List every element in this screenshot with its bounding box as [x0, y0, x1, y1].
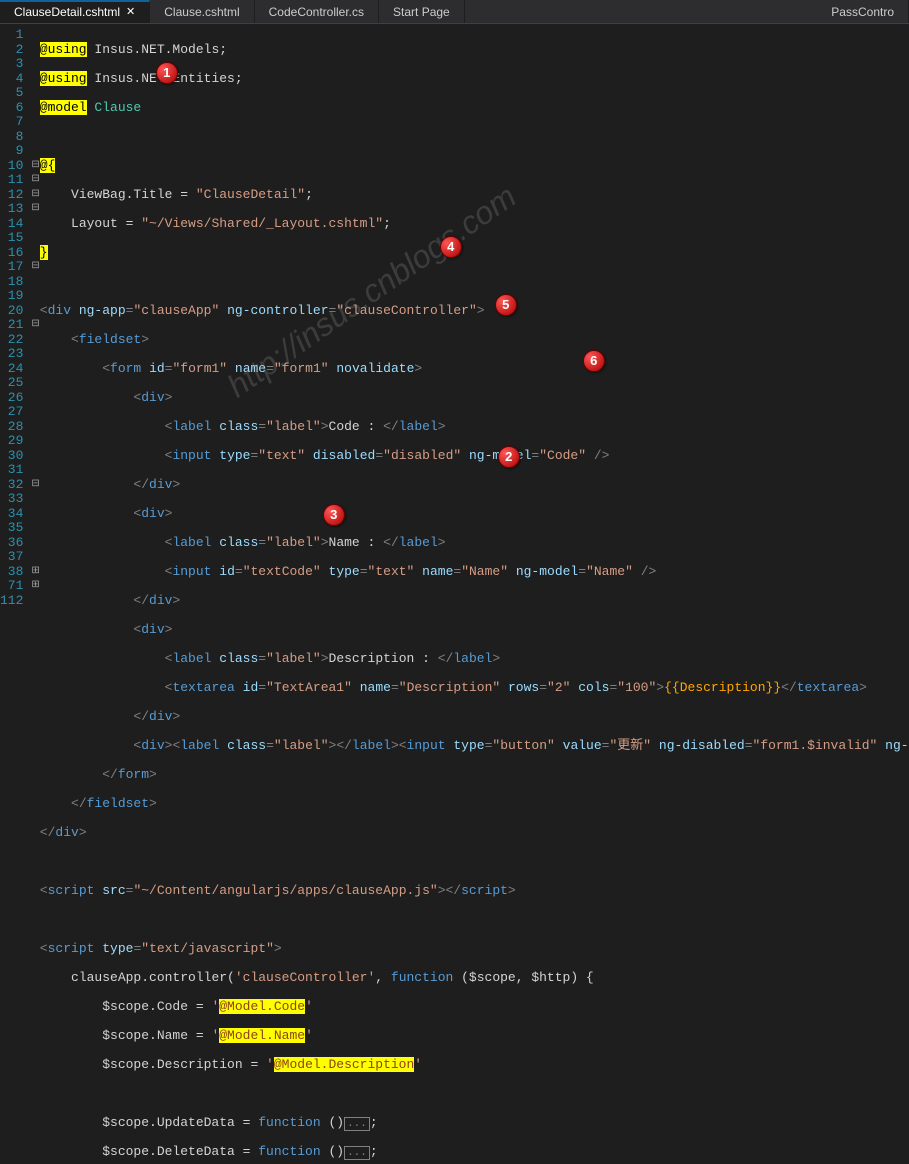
- line-number: 4: [0, 72, 23, 87]
- line-number: 22: [0, 333, 23, 348]
- line-number: 33: [0, 492, 23, 507]
- line-number: 31: [0, 463, 23, 478]
- fold-icon[interactable]: ⊟: [31, 202, 39, 217]
- tab-bar: ClauseDetail.cshtml ✕ Clause.cshtml Code…: [0, 0, 909, 24]
- line-number: 19: [0, 289, 23, 304]
- callout-1: 1: [156, 62, 178, 84]
- fold-icon[interactable]: ⊟: [31, 318, 39, 333]
- line-number: 9: [0, 144, 23, 159]
- line-number: 71: [0, 579, 23, 594]
- tab-spacer: [465, 0, 818, 23]
- fold-icon[interactable]: ⊟: [31, 159, 39, 174]
- line-number: 7: [0, 115, 23, 130]
- tab-passcontrol[interactable]: PassContro: [817, 0, 909, 23]
- line-number: 25: [0, 376, 23, 391]
- line-number: 35: [0, 521, 23, 536]
- callout-5: 5: [495, 294, 517, 316]
- line-number: 29: [0, 434, 23, 449]
- line-number: 28: [0, 420, 23, 435]
- tab-clause[interactable]: Clause.cshtml: [150, 0, 254, 23]
- fold-column: ⊟ ⊟ ⊟ ⊟ ⊟ ⊟ ⊟ ⊞ ⊞: [31, 24, 39, 582]
- line-number: 23: [0, 347, 23, 362]
- line-number: 112: [0, 594, 23, 609]
- line-number: 14: [0, 217, 23, 232]
- code-editor[interactable]: 1 2 3 4 5 6 7 8 9 10 11 12 13 14 15 16 1…: [0, 24, 909, 582]
- line-number: 1: [0, 28, 23, 43]
- tab-startpage[interactable]: Start Page: [379, 0, 465, 23]
- line-number: 21: [0, 318, 23, 333]
- line-number: 2: [0, 43, 23, 58]
- fold-icon[interactable]: ⊟: [31, 478, 39, 493]
- line-number: 24: [0, 362, 23, 377]
- close-icon[interactable]: ✕: [126, 5, 135, 18]
- line-number: 13: [0, 202, 23, 217]
- tab-clausedetail[interactable]: ClauseDetail.cshtml ✕: [0, 0, 150, 23]
- line-number: 17: [0, 260, 23, 275]
- fold-icon[interactable]: ⊟: [31, 260, 39, 275]
- line-number: 38: [0, 565, 23, 580]
- line-number: 16: [0, 246, 23, 261]
- callout-6: 6: [583, 350, 605, 372]
- callout-3: 3: [323, 504, 345, 526]
- line-number: 27: [0, 405, 23, 420]
- line-number: 11: [0, 173, 23, 188]
- fold-icon[interactable]: ⊟: [31, 173, 39, 188]
- line-number: 6: [0, 101, 23, 116]
- line-number: 18: [0, 275, 23, 290]
- line-number: 30: [0, 449, 23, 464]
- line-number: 20: [0, 304, 23, 319]
- line-number-gutter: 1 2 3 4 5 6 7 8 9 10 11 12 13 14 15 16 1…: [0, 24, 31, 582]
- line-number: 36: [0, 536, 23, 551]
- tab-label: Clause.cshtml: [164, 5, 239, 19]
- line-number: 3: [0, 57, 23, 72]
- line-number: 26: [0, 391, 23, 406]
- tab-label: PassContro: [831, 5, 894, 19]
- tab-label: CodeController.cs: [269, 5, 364, 19]
- line-number: 15: [0, 231, 23, 246]
- line-number: 12: [0, 188, 23, 203]
- fold-icon[interactable]: ⊞: [31, 579, 39, 594]
- fold-icon[interactable]: ⊞: [31, 565, 39, 580]
- code-area[interactable]: @using Insus.NET.Models; @using Insus.NE…: [40, 24, 909, 582]
- line-number: 37: [0, 550, 23, 565]
- line-number: 32: [0, 478, 23, 493]
- line-number: 34: [0, 507, 23, 522]
- callout-4: 4: [440, 236, 462, 258]
- line-number: 8: [0, 130, 23, 145]
- tab-label: ClauseDetail.cshtml: [14, 5, 120, 19]
- tab-codecontroller[interactable]: CodeController.cs: [255, 0, 379, 23]
- tab-label: Start Page: [393, 5, 450, 19]
- callout-2: 2: [498, 446, 520, 468]
- line-number: 5: [0, 86, 23, 101]
- line-number: 10: [0, 159, 23, 174]
- fold-icon[interactable]: ⊟: [31, 188, 39, 203]
